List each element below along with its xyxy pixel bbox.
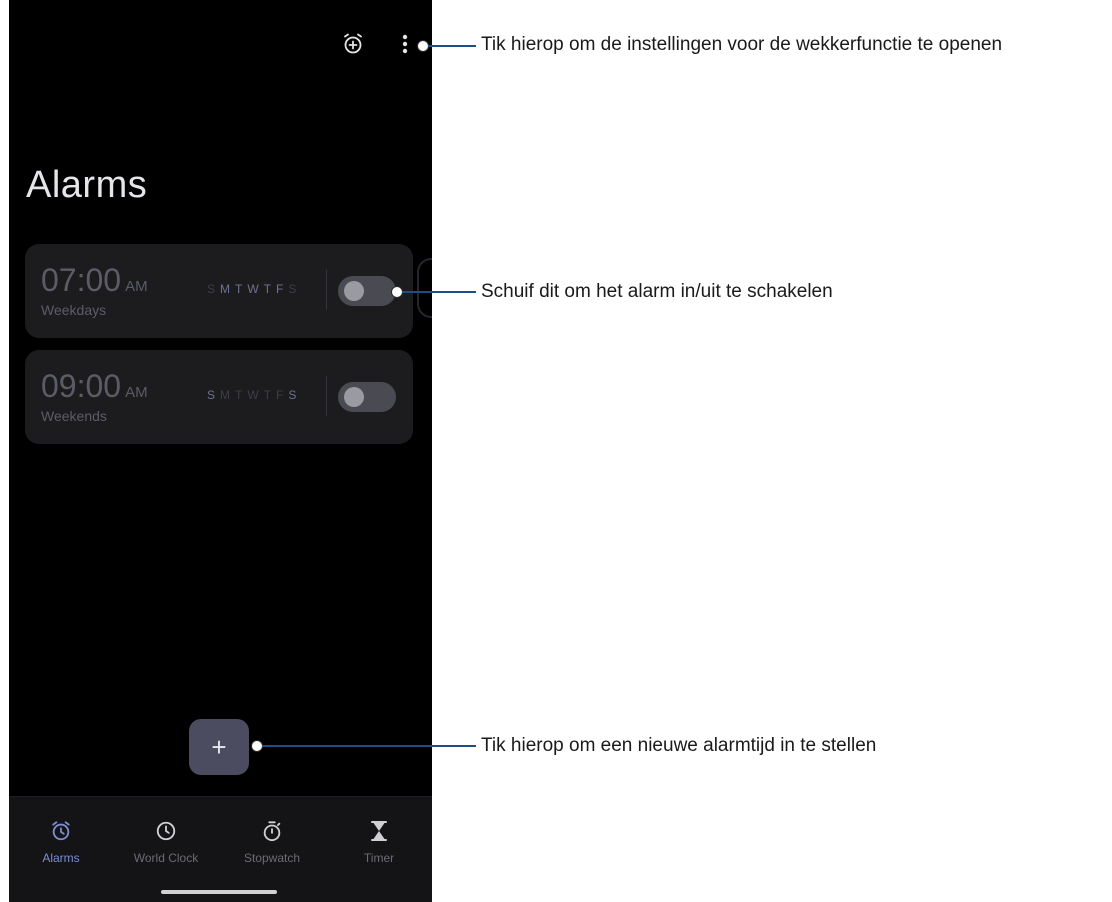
nav-tab-world-clock[interactable]: World Clock [116,817,216,865]
alarm-card[interactable]: 09:00 AM Weekends S M T W T F S [25,350,413,444]
day-sat: S [288,282,297,296]
clock-icon [116,817,216,845]
hourglass-icon [329,817,429,845]
day-sun: S [207,282,216,296]
day-mon: M [220,282,231,296]
bottom-nav: Alarms World Clock Stopwatch Timer [9,796,432,902]
toggle-knob [344,281,364,301]
callout-line [402,291,476,293]
add-alarm-icon[interactable] [339,30,367,58]
add-alarm-button[interactable]: + [189,719,249,775]
alarm-card[interactable]: 07:00 AM Weekdays S M T W T F S [25,244,413,338]
alarm-label: Weekdays [41,302,107,318]
day-wed: W [247,388,259,402]
divider [326,376,327,416]
phone-screen: Alarms 07:00 AM Weekdays S M T W T F S 09… [9,0,432,902]
page-title: Alarms [26,164,148,206]
day-sat: S [288,388,297,402]
divider [326,270,327,310]
callout-toggle-text: Schuif dit om het alarm in/uit te schake… [481,281,833,302]
alarm-toggle[interactable] [338,382,396,412]
card-edge-peek [417,258,432,318]
callout-settings-text: Tik hierop om de instellingen voor de we… [481,34,1003,55]
day-tue: T [235,388,243,402]
alarm-time: 09:00 AM [41,368,148,404]
callout-line [428,45,476,47]
day-mon: M [220,388,231,402]
more-vertical-icon[interactable] [391,30,419,58]
toggle-knob [344,387,364,407]
callout-line [262,745,476,747]
alarm-days: S M T W T F S [207,282,296,296]
alarm-toggle[interactable] [338,276,396,306]
home-indicator [161,890,277,894]
day-sun: S [207,388,216,402]
day-fri: F [276,388,284,402]
alarm-clock-icon [11,817,111,845]
alarm-time: 07:00 AM [41,262,148,298]
nav-tab-stopwatch[interactable]: Stopwatch [222,817,322,865]
day-tue: T [235,282,243,296]
alarm-label: Weekends [41,408,107,424]
day-thu: T [263,282,272,296]
stopwatch-icon [222,817,322,845]
nav-tab-alarms[interactable]: Alarms [11,817,111,865]
nav-tab-timer[interactable]: Timer [329,817,429,865]
day-fri: F [276,282,284,296]
day-thu: T [263,388,272,402]
callout-add-text: Tik hierop om een nieuwe alarmtijd in te… [481,735,877,756]
alarm-days: S M T W T F S [207,388,296,402]
day-wed: W [247,282,259,296]
